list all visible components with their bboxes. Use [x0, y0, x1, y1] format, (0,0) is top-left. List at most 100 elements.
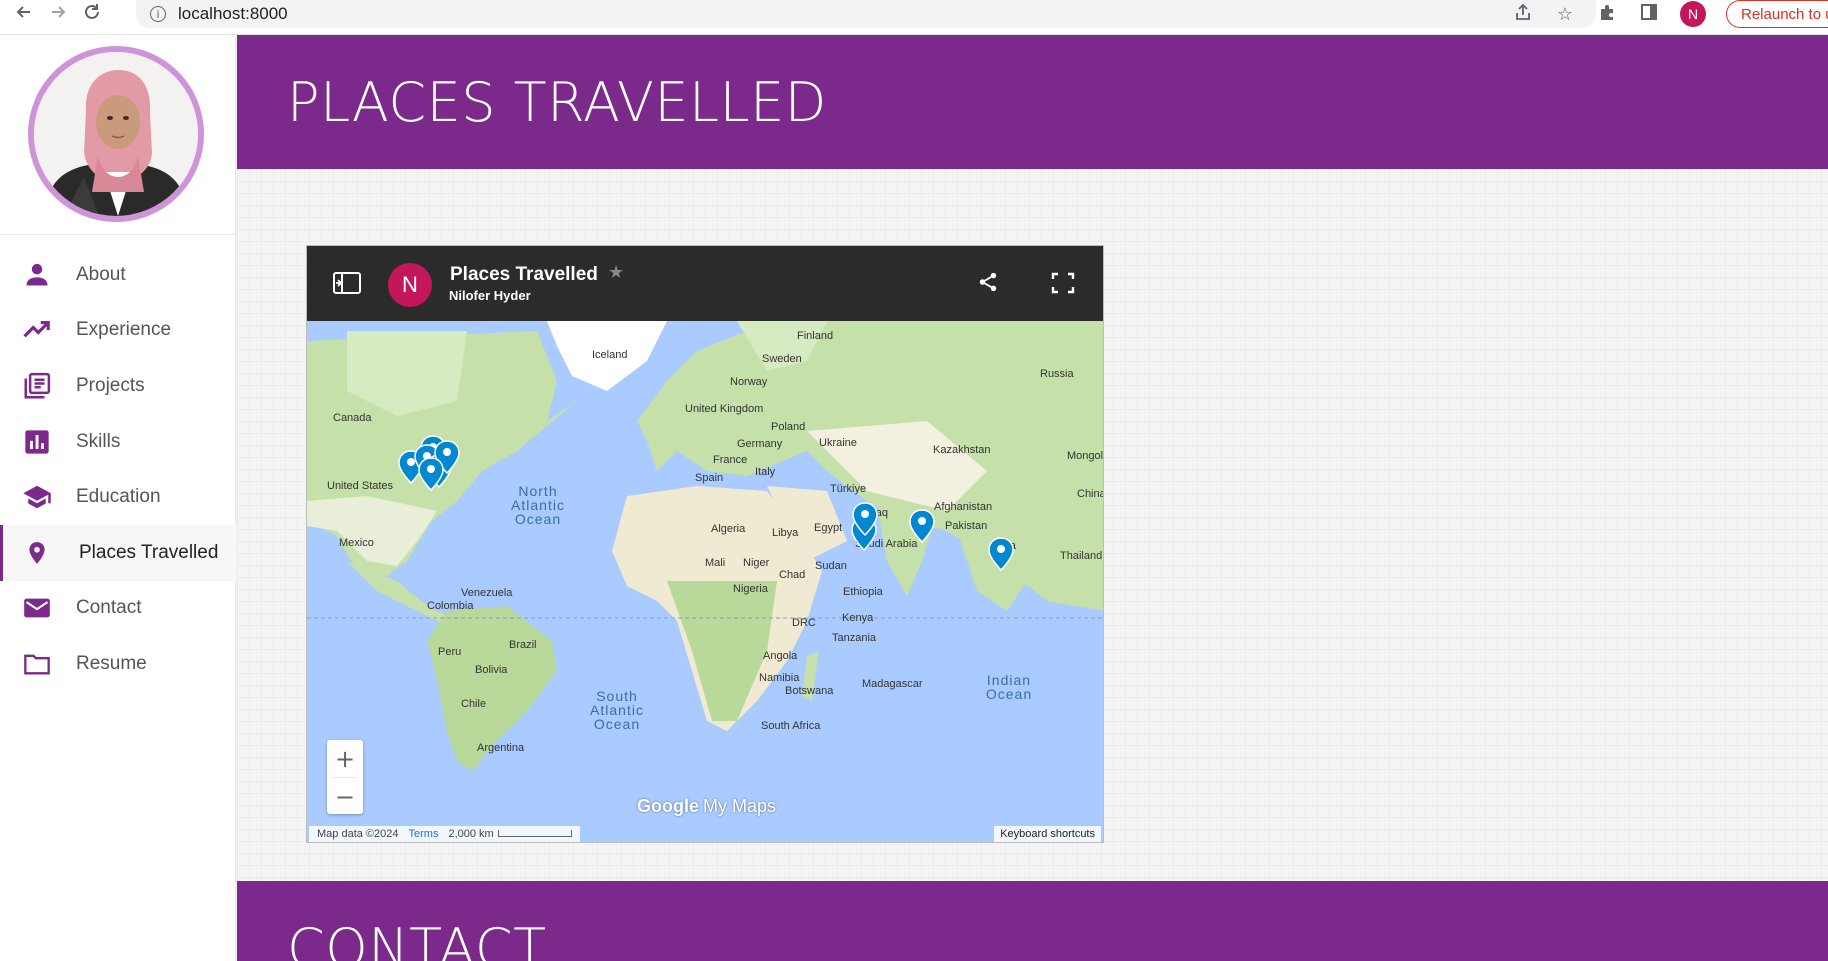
sidebar-item-resume[interactable]: Resume [0, 636, 236, 692]
map-label: Ethiopia [843, 586, 884, 598]
sidebar-item-label: Skills [76, 430, 121, 452]
map-label: Nigeria [733, 583, 769, 595]
library-books-icon [20, 369, 54, 403]
map-label: Spain [695, 472, 723, 484]
map-label: Thailand [1060, 550, 1102, 562]
map-label: Chad [779, 569, 805, 581]
map-label: Germany [737, 438, 783, 450]
sidebar-item-places-travelled[interactable]: Places Travelled [0, 524, 236, 581]
map-label: China [1077, 488, 1104, 500]
site-info-icon[interactable]: i [150, 6, 166, 22]
trending-up-icon [20, 313, 54, 347]
map-label: Botswana [785, 685, 834, 697]
map-header: N Places Travelled ★ Nilofer Hyder [307, 246, 1103, 321]
map-label: Mali [705, 557, 725, 569]
school-icon [20, 480, 54, 514]
reload-icon[interactable] [82, 0, 102, 24]
map-canvas[interactable]: Iceland Finland Sweden Norway Russia Uni… [307, 321, 1104, 842]
map-label: Pakistan [945, 520, 987, 532]
map-legend-toggle-icon[interactable] [333, 272, 361, 299]
map-label: Brazil [509, 639, 537, 651]
mail-icon [20, 591, 54, 625]
zoom-out-button[interactable]: − [327, 778, 363, 815]
location-pin-icon [20, 536, 54, 570]
google-my-maps-logo: Google My Maps [637, 796, 776, 817]
map-label: Venezuela [461, 587, 513, 599]
map-label: Libya [772, 527, 799, 539]
embedded-map[interactable]: N Places Travelled ★ Nilofer Hyder Icela… [306, 245, 1104, 843]
map-label: DRC [792, 617, 816, 629]
map-author-name: Nilofer Hyder [449, 288, 531, 303]
map-label: Niger [743, 557, 770, 569]
side-panel-icon[interactable] [1638, 3, 1660, 26]
sidebar-item-label: Resume [76, 652, 147, 674]
sidebar-item-education[interactable]: Education [0, 469, 236, 525]
map-label: Russia [1040, 368, 1075, 380]
map-label: Mexico [339, 537, 374, 549]
places-section-header: PLACES TRAVELLED [237, 35, 1828, 169]
map-label: United States [327, 480, 394, 492]
map-label: Egypt [814, 522, 842, 534]
sidebar-menu: About Experience Projects Skills Educati… [0, 247, 236, 692]
map-attribution: Map data ©2024 Terms 2,000 km [309, 826, 580, 842]
share-page-icon[interactable] [1512, 2, 1534, 27]
map-label: Afghanistan [934, 501, 992, 513]
sidebar-item-contact[interactable]: Contact [0, 581, 236, 637]
my-maps-logo-text: My Maps [703, 796, 777, 816]
sidebar-item-skills[interactable]: Skills [0, 414, 236, 470]
map-label: Madagascar [862, 678, 923, 690]
zoom-in-button[interactable]: + [327, 740, 363, 777]
sidebar-item-experience[interactable]: Experience [0, 303, 236, 359]
page-title: PLACES TRAVELLED [287, 71, 827, 134]
map-label: Peru [438, 646, 461, 658]
map-label: Tanzania [832, 632, 877, 644]
map-label: Namibia [759, 672, 800, 684]
map-label: Ukraine [819, 437, 857, 449]
map-label: France [713, 454, 747, 466]
map-label: Argentina [477, 742, 525, 754]
back-icon[interactable] [14, 0, 34, 24]
map-ocean-label: Ocean [515, 511, 561, 527]
map-author-avatar[interactable]: N [388, 263, 432, 307]
map-label: Poland [771, 421, 805, 433]
fullscreen-icon[interactable] [1051, 272, 1075, 299]
sidebar-item-label: Education [76, 486, 161, 508]
map-label: Finland [797, 330, 833, 342]
bookmark-star-icon[interactable]: ☆ [1554, 4, 1576, 25]
zoom-controls: + − [327, 740, 363, 814]
sidebar: About Experience Projects Skills Educati… [0, 35, 236, 961]
terms-link[interactable]: Terms [409, 828, 439, 840]
browser-toolbar: i localhost:8000 ☆ N Relaunch to update [0, 0, 1828, 35]
star-icon[interactable]: ★ [608, 262, 624, 283]
map-label: Türkiye [830, 483, 866, 495]
map-data-credit: Map data ©2024 [317, 828, 399, 840]
map-label: Angola [763, 650, 798, 662]
map-label: Kazakhstan [933, 444, 990, 456]
sidebar-item-label: Contact [76, 597, 142, 619]
sidebar-item-projects[interactable]: Projects [0, 358, 236, 414]
map-label: Chile [461, 698, 486, 710]
contact-section-header: CONTACT [237, 881, 1828, 961]
scale-label: 2,000 km [448, 828, 494, 840]
browser-profile-avatar[interactable]: N [1680, 1, 1706, 27]
share-icon[interactable] [977, 271, 999, 298]
sidebar-item-label: About [76, 263, 126, 285]
bar-chart-icon [20, 425, 54, 459]
map-label: Norway [730, 376, 768, 388]
person-icon [20, 258, 54, 292]
google-logo-text: Google [637, 796, 699, 816]
map-label: United Kingdom [685, 403, 763, 415]
map-scale: 2,000 km [448, 828, 572, 840]
map-label: Kenya [842, 612, 874, 624]
relaunch-button[interactable]: Relaunch to update [1726, 0, 1828, 28]
profile-photo [28, 46, 204, 222]
keyboard-shortcuts-link[interactable]: Keyboard shortcuts [994, 826, 1101, 842]
sidebar-item-label: Projects [76, 374, 145, 396]
map-label: Colombia [427, 600, 474, 612]
address-bar[interactable]: i localhost:8000 [136, 0, 1596, 28]
sidebar-item-label: Places Travelled [79, 541, 219, 563]
map-title: Places Travelled [450, 264, 598, 285]
extensions-icon[interactable] [1596, 3, 1618, 26]
sidebar-item-about[interactable]: About [0, 247, 236, 303]
forward-icon[interactable] [48, 0, 68, 24]
